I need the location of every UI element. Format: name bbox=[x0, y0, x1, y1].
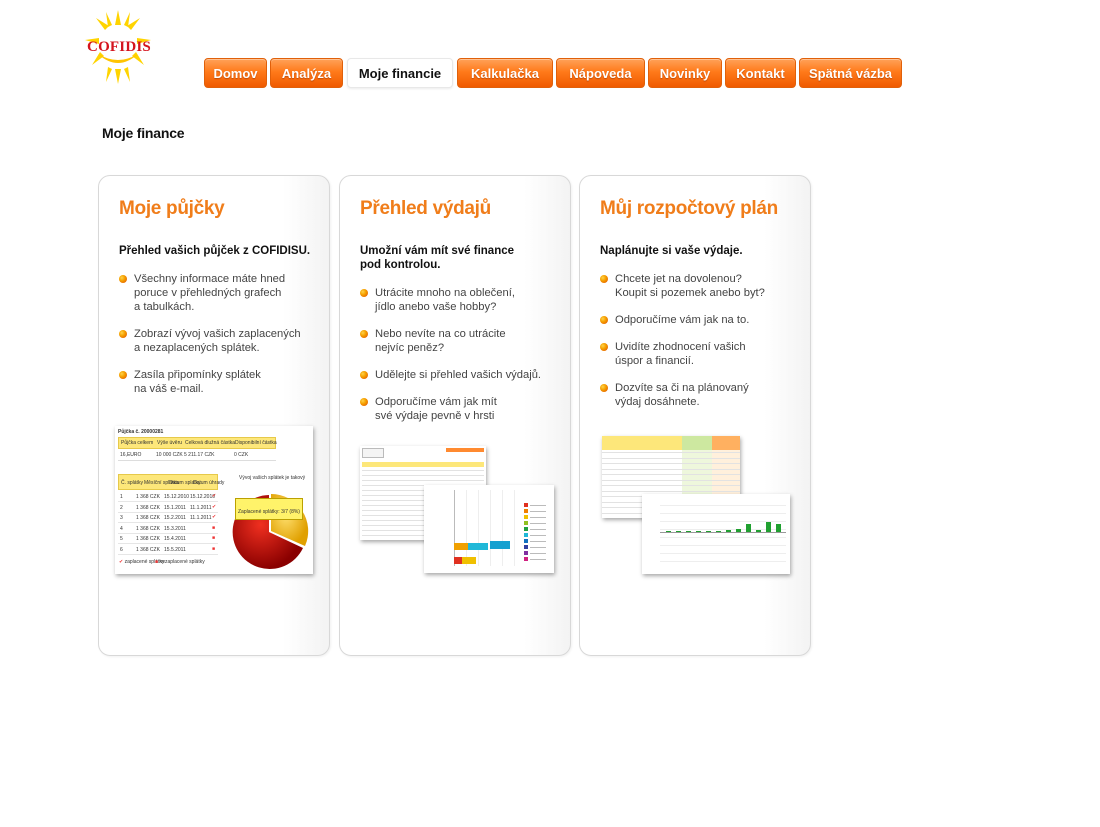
bullet-icon bbox=[119, 371, 127, 379]
thumb-data-row: 16,EURO 10 000 CZK 5 211.17 CZK 0 CZK bbox=[118, 449, 276, 461]
feature-list: Všechny informace máte hned poruce v pře… bbox=[119, 272, 324, 409]
list-item: Odporučíme vám jak na to. bbox=[600, 313, 805, 327]
list-item: Dozvíte sa či na plánovaný výdaj dosáhne… bbox=[600, 381, 805, 409]
card-title[interactable]: Můj rozpočtový plán bbox=[600, 198, 778, 220]
thumb-title: Půjčka č. 20000281 bbox=[118, 429, 164, 435]
table-row: 41 368 CZK 15.3.2011 ■ bbox=[118, 524, 218, 534]
check-icon: ✔ bbox=[212, 503, 217, 510]
check-icon: ✔ bbox=[212, 493, 217, 499]
bullet-icon bbox=[600, 343, 608, 351]
card-intro: Naplánujte si vaše výdaje. bbox=[600, 245, 743, 257]
list-item: Chcete jet na dovolenou? Koupit si pozem… bbox=[600, 272, 805, 300]
feature-list: Utrácite mnoho na oblečení, jídlo anebo … bbox=[360, 286, 565, 436]
list-item: Odporučíme vám jak mít své výdaje pevně … bbox=[360, 395, 565, 423]
feature-list: Chcete jet na dovolenou? Koupit si pozem… bbox=[600, 272, 805, 422]
tab-kalkulacka[interactable]: Kalkulačka bbox=[457, 58, 553, 88]
card-rozpoctovy-plan[interactable]: Můj rozpočtový plán Naplánujte si vaše v… bbox=[579, 175, 811, 656]
loan-overview-thumbnail: Půjčka č. 20000281 Půjčka celkem Výše úv… bbox=[115, 426, 313, 574]
tab-napoveda[interactable]: Nápoveda bbox=[556, 58, 645, 88]
tab-moje-financie[interactable]: Moje financie bbox=[347, 58, 453, 88]
bullet-icon bbox=[600, 316, 608, 324]
tab-novinky[interactable]: Novinky bbox=[648, 58, 722, 88]
bullet-icon bbox=[600, 275, 608, 283]
square-icon: ■ bbox=[212, 535, 216, 541]
expense-bar-chart-thumbnail bbox=[424, 485, 554, 573]
list-item: Udělejte si přehled vašich výdajů. bbox=[360, 368, 565, 382]
cofidis-logo[interactable]: COFIDIS bbox=[84, 10, 152, 84]
list-item: Nebo nevíte na co utrácite nejvíc peněz? bbox=[360, 327, 565, 355]
card-title[interactable]: Moje půjčky bbox=[119, 198, 225, 220]
tab-kontakt[interactable]: Kontakt bbox=[725, 58, 796, 88]
tab-analyza[interactable]: Analýza bbox=[270, 58, 343, 88]
square-icon: ■ bbox=[212, 524, 216, 531]
bullet-icon bbox=[360, 398, 368, 406]
tab-spatna-vazba[interactable]: Spätná vázba bbox=[799, 58, 902, 88]
table-row: 51 368 CZK 15.4.2011 ■ bbox=[118, 534, 218, 544]
card-intro: Umožní vám mít své finance pod kontrolou… bbox=[360, 245, 515, 271]
page-title: Moje finance bbox=[102, 125, 185, 141]
thumb-header-row: Půjčka celkem Výše úvěru Celková dlužná … bbox=[118, 437, 277, 449]
card-intro: Přehled vašich půjček z COFIDISU. bbox=[119, 245, 311, 257]
legend-unpaid: ■ nezaplacené splátky bbox=[155, 559, 205, 565]
table-row: 11 368 CZK 15.12.2010 15.12.2010 ✔ bbox=[118, 493, 218, 502]
list-item: Utrácite mnoho na oblečení, jídlo anebo … bbox=[360, 286, 565, 314]
bullet-icon bbox=[119, 275, 127, 283]
card-title[interactable]: Přehled výdajů bbox=[360, 198, 491, 220]
square-icon: ■ bbox=[212, 545, 216, 552]
list-item: Uvidíte zhodnocení vašich úspor a financ… bbox=[600, 340, 805, 368]
tab-domov[interactable]: Domov bbox=[204, 58, 267, 88]
list-item: Zasíla připomínky splátek na váš e-mail. bbox=[119, 368, 324, 396]
bullet-icon bbox=[360, 289, 368, 297]
check-icon: ✔ bbox=[212, 514, 217, 520]
bullet-icon bbox=[119, 330, 127, 338]
table-row: 31 368 CZK 15.2.2011 11.1.2011 ✔ bbox=[118, 514, 218, 523]
pie-tooltip: Zaplacené splátky: 3/7 (8%) bbox=[235, 498, 303, 520]
list-item: Všechny informace máte hned poruce v pře… bbox=[119, 272, 324, 314]
logo-wordmark: COFIDIS bbox=[87, 39, 151, 55]
bullet-icon bbox=[360, 371, 368, 379]
card-moje-pujcky[interactable]: Moje půjčky Přehled vašich půjček z COFI… bbox=[98, 175, 330, 656]
card-prehled-vydaju[interactable]: Přehled výdajů Umožní vám mít své financ… bbox=[339, 175, 571, 656]
bullet-icon bbox=[360, 330, 368, 338]
list-item: Zobrazí vývoj vašich zaplacených a nezap… bbox=[119, 327, 324, 355]
pie-title: Vývoj vašich splátek je takový bbox=[239, 475, 306, 481]
budget-chart-thumbnail bbox=[642, 494, 790, 574]
table-row: 61 368 CZK 15.5.2011 ■ bbox=[118, 545, 218, 555]
thumb-schedule-header: Č. splátky Měsíční splátka Datum splatky… bbox=[118, 474, 224, 490]
table-row: 21 368 CZK 15.1.2011 11.1.2011 ✔ bbox=[118, 503, 218, 513]
bullet-icon bbox=[600, 384, 608, 392]
